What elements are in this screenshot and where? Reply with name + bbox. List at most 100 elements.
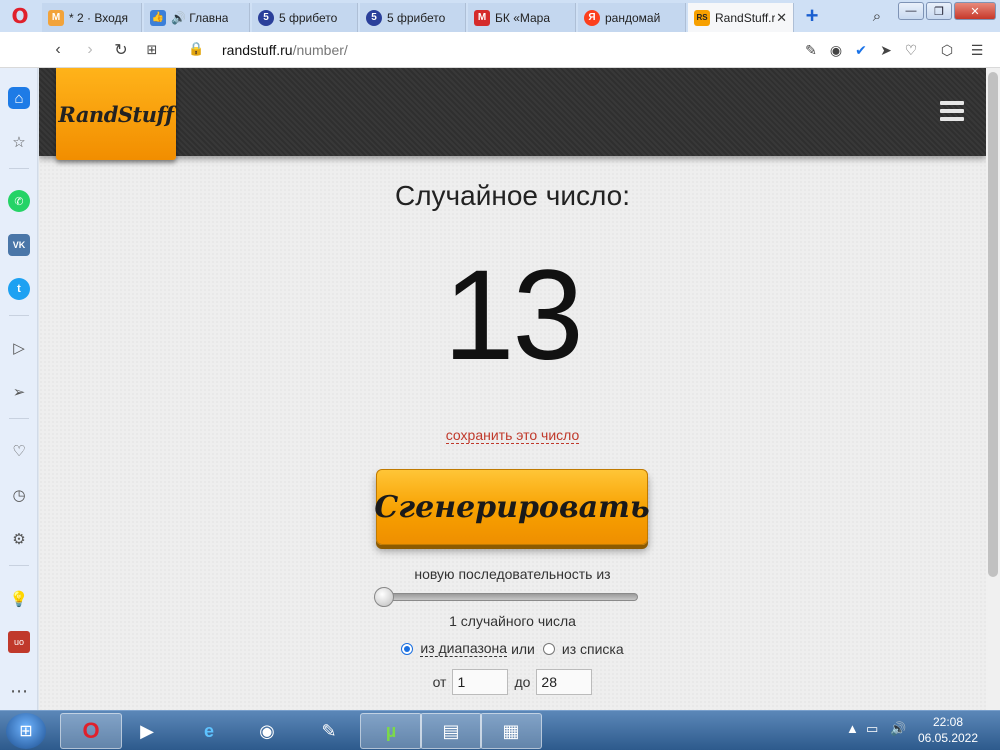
hamburger-menu-icon[interactable]: [940, 101, 964, 121]
taskbar-chrome[interactable]: ◉: [236, 713, 298, 749]
to-field[interactable]: [536, 669, 593, 695]
whatsapp-icon[interactable]: ✆: [8, 190, 30, 212]
internet-explorer-icon: e: [203, 720, 214, 741]
tab-label: рандомай: [605, 10, 661, 25]
tab-freebet-1[interactable]: 5 5 фрибето: [252, 3, 358, 32]
tab-label: * 2 · Входя: [69, 10, 128, 25]
tab-main[interactable]: 👍 🔊 Главна: [144, 3, 250, 32]
minimize-button[interactable]: —: [898, 2, 924, 20]
tab-mail[interactable]: M * 2 · Входя: [42, 3, 142, 32]
windows-taskbar: ⊞ O ▶ e ◉ ✎ µ ▤ ▦ ▲ ▭ 🔊 22:08 06.05.2022: [0, 710, 1000, 750]
address-bar: ‹ › ↻ ⊞ 🔒 randstuff.ru/number/ ✎ ◉ ✔ ➤ ♡…: [0, 32, 1000, 68]
page-content: RandStuff Случайное число: 13 сохранить …: [39, 68, 986, 710]
save-number-link: сохранить это число: [39, 427, 986, 444]
notepad-icon: ✎: [321, 720, 337, 741]
ublock-icon[interactable]: uo: [8, 631, 30, 653]
taskbar-notepad[interactable]: ✎: [298, 713, 360, 749]
settings-sliders-icon[interactable]: ☰: [968, 41, 986, 59]
tab-label: 🔊 Главна: [171, 10, 229, 25]
sidebar-divider: [9, 418, 29, 419]
taskbar-explorer[interactable]: ▤: [420, 713, 482, 749]
show-hidden-icons[interactable]: ▲: [846, 721, 859, 736]
back-icon[interactable]: ‹: [48, 40, 68, 60]
tab-label: 5 фрибето: [279, 10, 338, 25]
mode-list-radio[interactable]: [542, 642, 555, 655]
volume-icon[interactable]: 🔊: [890, 721, 906, 737]
taskbar-utorrent[interactable]: µ: [360, 713, 422, 749]
home-icon[interactable]: ⌂: [8, 87, 30, 109]
random-number: 13: [443, 244, 583, 387]
to-label: до: [514, 674, 531, 690]
taskbar-opera[interactable]: O: [60, 713, 122, 749]
site-header: [39, 68, 986, 156]
more-icon[interactable]: ⋯: [8, 680, 30, 702]
url-field[interactable]: randstuff.ru/number/: [222, 42, 348, 58]
history-icon[interactable]: ◷: [8, 484, 30, 506]
generate-button[interactable]: Сгенерировать: [374, 469, 650, 545]
mode-range-label[interactable]: из диапазона: [420, 640, 508, 657]
taskbar-calculator[interactable]: ▦: [480, 713, 542, 749]
twitter-icon[interactable]: t: [8, 278, 30, 300]
freebet-icon: 5: [366, 9, 382, 26]
mode-selector: из диапазона или из списка: [39, 640, 986, 657]
lock-icon[interactable]: 🔒: [188, 41, 204, 57]
mail-icon: M: [48, 9, 64, 26]
cube-icon[interactable]: ⬡: [938, 41, 956, 59]
forward-icon[interactable]: ›: [80, 40, 100, 60]
count-slider-handle[interactable]: [374, 587, 394, 607]
generate-button-label: Сгенерировать: [374, 489, 650, 525]
lightbulb-icon[interactable]: 💡: [8, 588, 30, 610]
sidebar-divider: [9, 315, 29, 316]
mode-or-label: или: [511, 640, 535, 657]
tab-marathon[interactable]: M БК «Мара: [468, 3, 576, 32]
mode-list-label[interactable]: из списка: [562, 641, 624, 657]
folder-icon: ▤: [442, 720, 460, 741]
chrome-icon: ◉: [259, 720, 275, 741]
settings-icon[interactable]: ⚙: [8, 528, 30, 550]
thumbs-up-icon: 👍: [150, 9, 166, 26]
taskbar-media-player[interactable]: ▶: [116, 713, 178, 749]
tab-yandex[interactable]: Я рандомай: [578, 3, 686, 32]
close-tab-icon[interactable]: ✕: [776, 10, 787, 26]
heart-icon[interactable]: ♡: [8, 440, 30, 462]
network-icon[interactable]: ▭: [866, 721, 878, 737]
url-host: randstuff.ru: [222, 42, 293, 58]
maximize-button[interactable]: ❐: [926, 2, 952, 20]
from-field[interactable]: [452, 669, 509, 695]
tab-freebet-2[interactable]: 5 5 фрибето: [360, 3, 466, 32]
tab-randstuff[interactable]: RS RandStuff.r ✕: [688, 3, 794, 32]
send-icon[interactable]: ➤: [877, 41, 895, 59]
shield-check-icon[interactable]: ✔: [852, 41, 870, 59]
new-tab-button[interactable]: +: [798, 3, 826, 29]
count-label: 1 случайного числа: [449, 613, 576, 629]
vk-icon[interactable]: VK: [8, 234, 30, 256]
site-logo[interactable]: RandStuff: [56, 68, 176, 160]
opera-sidebar: ⌂ ☆ ✆ VK t ▷ ➢ ♡ ◷ ⚙ 💡 uo ⋯: [0, 68, 38, 710]
send-icon[interactable]: ➢: [8, 381, 30, 403]
reload-icon[interactable]: ↻: [111, 40, 131, 60]
player-icon[interactable]: ▷: [8, 337, 30, 359]
heart-icon[interactable]: ♡: [902, 41, 920, 59]
opera-menu-icon[interactable]: O: [6, 4, 34, 28]
save-number-link-text[interactable]: сохранить это число: [445, 427, 580, 444]
star-icon[interactable]: ☆: [8, 131, 30, 153]
media-player-icon: ▶: [140, 720, 154, 741]
scrollbar-thumb[interactable]: [988, 72, 998, 577]
mode-range-radio[interactable]: [401, 642, 414, 655]
camera-icon[interactable]: ◉: [827, 41, 845, 59]
page-title: Случайное число:: [395, 180, 630, 211]
taskbar-ie[interactable]: e: [178, 713, 240, 749]
speed-dial-icon[interactable]: ⊞: [142, 40, 162, 60]
tab-label: БК «Мара: [495, 10, 551, 25]
count-slider-track[interactable]: [376, 593, 638, 601]
range-inputs: от до: [39, 669, 986, 695]
taskbar-clock[interactable]: 22:08 06.05.2022: [916, 714, 980, 746]
start-button[interactable]: ⊞: [6, 713, 46, 749]
clock-date: 06.05.2022: [917, 731, 979, 745]
yandex-icon: Я: [584, 9, 600, 26]
close-window-button[interactable]: ✕: [954, 2, 996, 20]
freebet-icon: 5: [258, 9, 274, 26]
search-tabs-icon[interactable]: ⌕: [866, 5, 888, 27]
edit-icon[interactable]: ✎: [802, 41, 820, 59]
randstuff-icon: RS: [694, 9, 710, 26]
